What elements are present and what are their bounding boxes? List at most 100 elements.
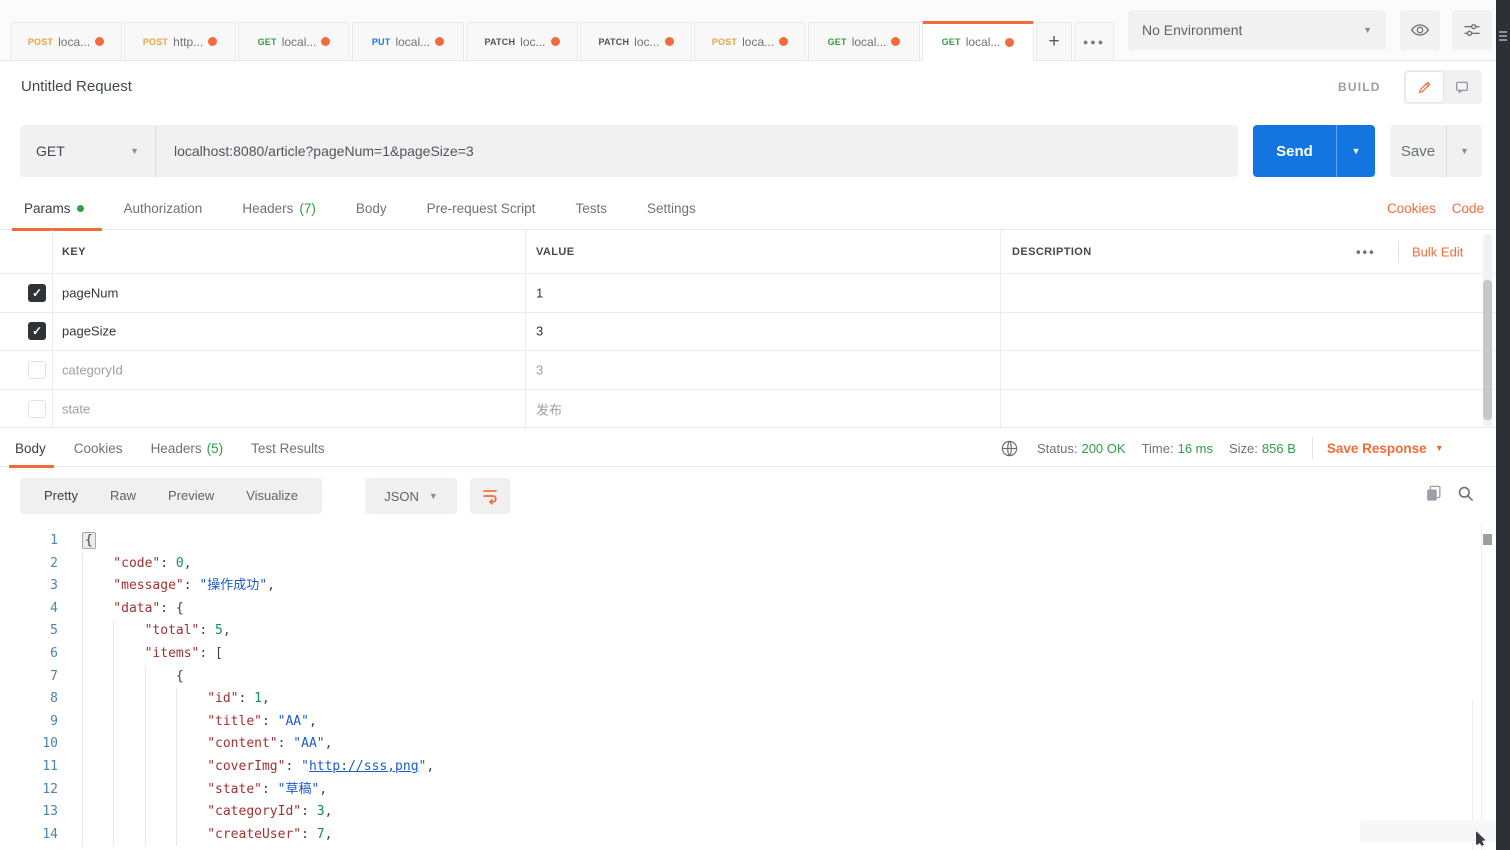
param-value[interactable]: 3 — [536, 324, 543, 339]
send-options-button[interactable]: ▼ — [1336, 125, 1375, 177]
code-text: "title": "AA", — [58, 711, 317, 734]
json-link[interactable]: http://sss,png — [309, 759, 419, 774]
sliders-icon — [1464, 23, 1480, 37]
request-tab-authorization[interactable]: Authorization — [124, 186, 203, 230]
request-tab-body[interactable]: Body — [356, 186, 387, 230]
environment-quick-look-button[interactable] — [1400, 10, 1440, 50]
search-response-button[interactable] — [1456, 484, 1475, 508]
line-number: 5 — [50, 623, 58, 639]
meta-divider — [1311, 437, 1313, 459]
param-key[interactable]: pageSize — [62, 324, 116, 339]
code-text: "content": "AA", — [58, 733, 332, 756]
param-checkbox[interactable]: ✓ — [28, 322, 46, 341]
copy-response-button[interactable] — [1424, 484, 1443, 508]
request-tab[interactable]: POST loca... — [694, 22, 806, 61]
param-value[interactable]: 1 — [536, 285, 543, 300]
code-text: "items": [ — [58, 643, 223, 666]
json-token: "data" — [113, 600, 161, 616]
request-tab-headers[interactable]: Headers (7) — [242, 186, 316, 230]
url-input[interactable]: localhost:8080/article?pageNum=1&pageSiz… — [156, 143, 474, 159]
json-token: 5 — [215, 623, 223, 639]
column-header-description: DESCRIPTION — [1012, 245, 1092, 258]
code-line: 1{ — [0, 530, 1480, 553]
json-token: , — [183, 555, 192, 571]
indent-guide — [82, 598, 113, 621]
param-checkbox[interactable] — [28, 399, 46, 418]
request-tab-pre-request-script[interactable]: Pre-request Script — [427, 186, 536, 230]
json-token: : { — [160, 600, 184, 616]
response-tab-test-results[interactable]: Test Results — [251, 429, 325, 467]
params-scrollbar-thumb[interactable] — [1483, 280, 1492, 420]
time-value: 16 ms — [1177, 440, 1213, 456]
environment-selector[interactable]: No Environment ▼ — [1128, 10, 1386, 50]
param-key[interactable]: state — [62, 401, 90, 416]
format-selector[interactable]: JSON ▼ — [365, 478, 457, 514]
environment-settings-button[interactable] — [1452, 10, 1492, 50]
param-checkbox[interactable]: ✓ — [28, 283, 46, 302]
request-tab[interactable]: POST http... — [124, 22, 236, 61]
code-line: 13 "categoryId": 3, — [0, 801, 1480, 824]
save-button-group: Save ▼ — [1390, 125, 1482, 177]
json-token: "createUser" — [207, 826, 302, 842]
save-options-button[interactable]: ▼ — [1446, 125, 1482, 177]
save-button[interactable]: Save — [1390, 125, 1446, 177]
tab-options-button[interactable]: ●●● — [1074, 22, 1114, 61]
line-number: 3 — [50, 578, 58, 594]
request-tab[interactable]: POST loca... — [10, 22, 122, 61]
view-mode-pretty[interactable]: Pretty — [28, 478, 94, 514]
request-tab[interactable]: GET local... — [238, 22, 350, 61]
request-title[interactable]: Untitled Request — [21, 78, 132, 95]
param-value[interactable]: 3 — [536, 362, 543, 377]
edit-mode-button[interactable] — [1406, 72, 1443, 102]
column-header-value: VALUE — [536, 245, 575, 258]
request-tab[interactable]: PUT local... — [352, 22, 464, 61]
view-mode-raw[interactable]: Raw — [94, 478, 152, 514]
cookies-link[interactable]: Cookies — [1387, 201, 1436, 216]
param-key[interactable]: pageNum — [62, 285, 118, 300]
json-token: : [ — [199, 645, 223, 661]
pencil-icon — [1418, 81, 1431, 94]
method-selector[interactable]: GET ▼ — [20, 125, 156, 177]
param-checkbox[interactable] — [28, 360, 46, 379]
response-tab-body[interactable]: Body — [9, 429, 54, 468]
indent-guide — [176, 824, 207, 847]
wrap-text-button[interactable] — [470, 478, 510, 514]
request-tab-tests[interactable]: Tests — [575, 186, 607, 230]
json-token: 3 — [316, 804, 325, 820]
request-tab[interactable]: PATCH loc... — [466, 22, 578, 61]
indent-guide — [145, 688, 176, 711]
indent-guide — [176, 733, 207, 756]
code-text: "coverImg": "http://sss,png", — [58, 756, 434, 779]
response-tab-headers[interactable]: Headers (5) — [151, 429, 224, 467]
request-tab[interactable]: GET local... — [922, 21, 1034, 61]
request-tab-settings[interactable]: Settings — [647, 186, 696, 230]
view-mode-visualize[interactable]: Visualize — [230, 478, 314, 514]
send-button[interactable]: Send — [1253, 125, 1336, 177]
indent-guide — [113, 643, 144, 666]
bulk-edit-link[interactable]: Bulk Edit — [1412, 244, 1463, 259]
code-link[interactable]: Code — [1452, 201, 1484, 216]
tab-label: Tests — [575, 200, 607, 216]
params-more-button[interactable]: ••• — [1356, 244, 1376, 259]
line-number: 14 — [42, 826, 58, 842]
response-scrollbar-thumb[interactable] — [1483, 534, 1492, 545]
sidebar-handle-icon[interactable] — [1499, 31, 1507, 43]
save-response-button[interactable]: Save Response ▼ — [1327, 441, 1444, 456]
param-value[interactable]: 发布 — [536, 399, 562, 418]
line-number: 7 — [50, 668, 58, 684]
code-text: "code": 0, — [58, 553, 192, 576]
json-token: : — [277, 736, 294, 752]
request-tab-params[interactable]: Params — [12, 186, 101, 231]
tab-title: loc... — [634, 34, 660, 49]
network-info-button[interactable] — [1000, 439, 1019, 458]
indent-guide — [82, 553, 113, 576]
comments-button[interactable] — [1443, 72, 1480, 102]
request-tab[interactable]: PATCH loc... — [580, 22, 692, 61]
request-tab[interactable]: GET local... — [808, 22, 920, 61]
view-mode-preview[interactable]: Preview — [152, 478, 230, 514]
code-text: "categoryId": 3, — [58, 801, 332, 824]
param-key[interactable]: categoryId — [62, 362, 123, 377]
new-tab-button[interactable]: + — [1036, 22, 1072, 61]
tab-label: Pre-request Script — [426, 200, 536, 216]
response-tab-cookies[interactable]: Cookies — [74, 429, 123, 467]
